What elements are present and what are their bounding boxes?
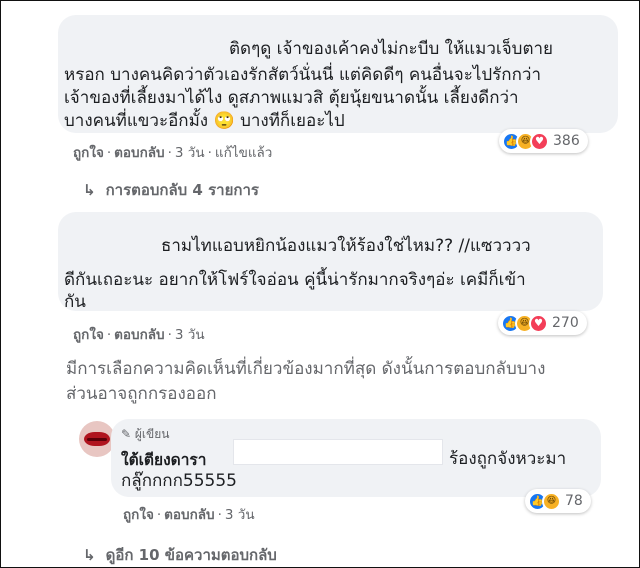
comment-actions: ถูกใจ · ตอบกลับ · 3 วัน · แก้ไขแล้ว <box>73 141 272 163</box>
view-replies-label: การตอบกลับ 4 รายการ <box>105 181 259 199</box>
comments-panel: ติดๆดู เจ้าของเค้าคงไม่กะบีบ ให้แมวเจ็บต… <box>0 0 640 568</box>
filter-notice-line: ส่วนอาจถูกกรองออก <box>66 384 217 404</box>
reaction-summary[interactable]: 👍 😆 ♥ 270 <box>498 311 587 335</box>
comment-text-line: ติดๆดู เจ้าของเค้าคงไม่กะบีบ ให้แมวเจ็บต… <box>229 39 553 59</box>
like-link[interactable]: ถูกใจ <box>73 327 104 343</box>
love-reaction-icon: ♥ <box>530 131 549 151</box>
view-more-replies-link[interactable]: ↳ ดูอีก 10 ข้อความตอบกลับ <box>83 543 277 567</box>
reply-link[interactable]: ตอบกลับ <box>114 327 164 343</box>
comment-text-line: เจ้าของที่เลี้ยงมาได้ไง ดูสภาพแมวสิ ตุ้ย… <box>64 88 519 108</box>
timestamp[interactable]: 3 วัน <box>175 145 205 161</box>
author-badge-label: ผู้เขียน <box>134 427 170 441</box>
view-more-replies-label: ดูอีก 10 ข้อความตอบกลับ <box>105 546 277 564</box>
reaction-count: 386 <box>553 133 580 149</box>
reply-text-line: ร้องถูกจังหวะมา <box>449 449 567 469</box>
reply-text-line: กลู๊กกกก55555 <box>121 471 237 491</box>
separator: · <box>156 507 162 523</box>
avatar[interactable] <box>79 421 115 457</box>
reaction-summary[interactable]: 👍 😆 ♥ 386 <box>499 129 588 153</box>
reaction-count: 270 <box>552 315 579 331</box>
comment-actions: ถูกใจ · ตอบกลับ · 3 วัน <box>73 323 205 345</box>
reaction-count: 78 <box>565 493 583 509</box>
like-link[interactable]: ถูกใจ <box>73 145 104 161</box>
reaction-summary[interactable]: 👍 😆 78 <box>525 489 591 513</box>
comment-text-line: บางคนที่แขวะอีกมั้ง 🙄 บางทีก็เยอะไป <box>64 111 345 131</box>
separator: · <box>207 145 212 161</box>
reply-actions: ถูกใจ · ตอบกลับ · 3 วัน <box>123 503 255 525</box>
separator: · <box>167 327 172 343</box>
separator: · <box>106 145 112 161</box>
comment-text-line: กัน <box>64 292 86 312</box>
author-name[interactable]: ใต้เตียงดารา <box>121 447 206 472</box>
comment-text-line: ดีกันเถอะนะ อยากให้โฟร์ใจอ่อน คู่นี้น่าร… <box>64 270 526 290</box>
reply-link[interactable]: ตอบกลับ <box>164 507 214 523</box>
haha-reaction-icon: 😆 <box>542 491 561 511</box>
love-reaction-icon: ♥ <box>529 313 548 333</box>
pen-icon: ✎ <box>121 427 132 441</box>
reply-link[interactable]: ตอบกลับ <box>114 145 164 161</box>
redacted-name <box>71 21 221 53</box>
reply-arrow-icon: ↳ <box>83 546 96 564</box>
lips-avatar-graphic <box>87 438 107 441</box>
separator: · <box>217 507 222 523</box>
reply-arrow-icon: ↳ <box>83 181 96 199</box>
separator: · <box>167 145 172 161</box>
timestamp[interactable]: 3 วัน <box>175 327 205 343</box>
timestamp[interactable]: 3 วัน <box>225 507 255 523</box>
author-badge: ✎ ผู้เขียน <box>121 425 169 444</box>
redacted-name <box>67 223 167 255</box>
edited-label[interactable]: แก้ไขแล้ว <box>215 145 272 161</box>
view-replies-link[interactable]: ↳ การตอบกลับ 4 รายการ <box>83 178 259 202</box>
comment-text-line: ธามไทแอบหยิกน้องแมวให้ร้องใช่ไหม?? //แซว… <box>161 236 531 256</box>
like-link[interactable]: ถูกใจ <box>123 507 154 523</box>
redacted-tag <box>233 439 443 465</box>
comment-text-line: หรอก บางคนคิดว่าตัวเองรักสัตว์นั่นนี่ แต… <box>64 65 541 85</box>
separator: · <box>106 327 112 343</box>
filter-notice-line: มีการเลือกความคิดเห็นที่เกี่ยวข้องมากที่… <box>66 359 546 379</box>
